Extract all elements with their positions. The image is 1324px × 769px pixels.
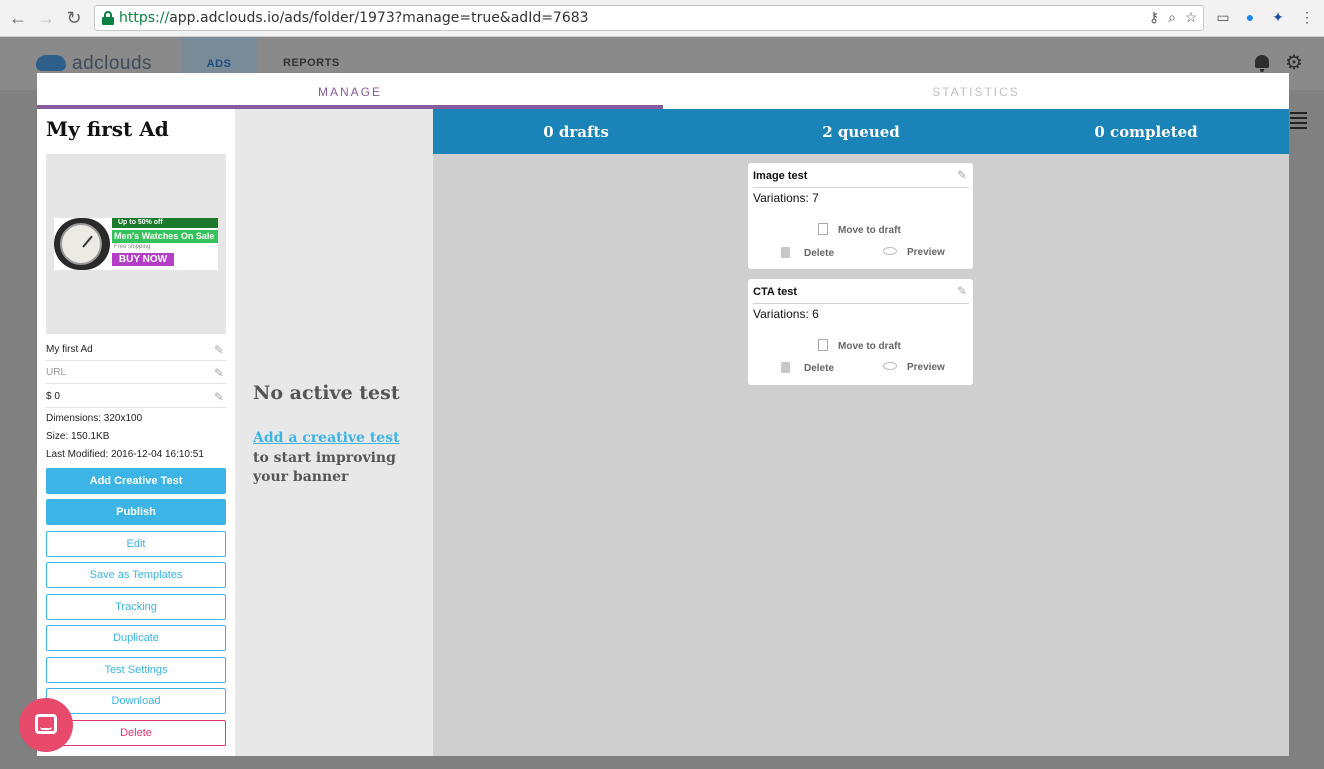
- edit-button[interactable]: Edit: [46, 531, 226, 557]
- tab-reports[interactable]: REPORTS: [283, 57, 340, 69]
- app-logo[interactable]: adclouds: [36, 53, 152, 75]
- browser-toolbar: ← → ↻ https://app.adclouds.io/ads/folder…: [0, 0, 1324, 37]
- banner-subtext: Free shipping: [114, 244, 151, 250]
- url-placeholder: URL: [46, 367, 67, 378]
- menu-dots-icon[interactable]: ⋮: [1298, 8, 1316, 26]
- ad-size: Size: 150.1KB: [46, 431, 110, 442]
- pencil-icon[interactable]: ✎: [957, 284, 967, 298]
- budget-value: $ 0: [46, 391, 60, 402]
- pencil-icon[interactable]: ✎: [214, 390, 224, 404]
- chat-launcher[interactable]: [19, 698, 73, 752]
- extension-icon[interactable]: ✦: [1269, 8, 1287, 26]
- ad-preview: Up to 50% off Men's Watches On Sale Free…: [46, 154, 226, 334]
- test-settings-button[interactable]: Test Settings: [46, 657, 226, 683]
- manage-modal: MANAGE STATISTICS My first Ad Up to 50% …: [37, 73, 1289, 756]
- lock-icon: [102, 11, 114, 25]
- star-icon[interactable]: ☆: [1182, 9, 1200, 26]
- ad-details-panel: My first Ad Up to 50% off Men's Watches …: [37, 109, 235, 756]
- completed-count[interactable]: 0 completed: [1046, 123, 1246, 141]
- trash-icon: [781, 362, 790, 373]
- publish-button[interactable]: Publish: [46, 499, 226, 525]
- reload-icon[interactable]: ↻: [63, 7, 85, 29]
- ad-dimensions: Dimensions: 320x100: [46, 413, 143, 424]
- delete-test-button[interactable]: Delete: [781, 362, 834, 374]
- chat-icon-smile: [40, 727, 52, 730]
- trash-icon: [781, 247, 790, 258]
- url-text: https://app.adclouds.io/ads/folder/1973?…: [119, 10, 589, 26]
- card-divider: [753, 303, 969, 304]
- test-title: CTA test: [753, 286, 797, 298]
- banner-headline: Men's Watches On Sale: [112, 230, 218, 243]
- document-icon: [818, 339, 828, 351]
- hamburger-icon: [1290, 112, 1307, 132]
- document-icon: [818, 223, 828, 235]
- save-as-templates-button[interactable]: Save as Templates: [46, 562, 226, 588]
- preview-test-button[interactable]: Preview: [883, 362, 945, 373]
- test-title: Image test: [753, 170, 808, 182]
- url-field[interactable]: URL ✎: [46, 362, 226, 384]
- tests-board: 0 drafts 2 queued 0 completed Image test…: [433, 109, 1289, 756]
- move-to-draft-button[interactable]: Move to draft: [818, 339, 901, 352]
- watch-image: [54, 218, 110, 270]
- banner-image: Up to 50% off Men's Watches On Sale Free…: [54, 218, 218, 270]
- cast-icon[interactable]: ▭: [1214, 8, 1232, 26]
- drafts-count[interactable]: 0 drafts: [476, 123, 676, 141]
- card-divider: [753, 187, 969, 188]
- eye-icon: [883, 247, 897, 255]
- eye-icon: [883, 362, 897, 370]
- bell-icon[interactable]: [1254, 55, 1270, 73]
- delete-test-button[interactable]: Delete: [781, 247, 834, 259]
- pencil-icon[interactable]: ✎: [214, 343, 224, 357]
- forward-icon[interactable]: →: [35, 7, 57, 29]
- key-icon[interactable]: ⚷: [1145, 9, 1163, 26]
- add-creative-test-link[interactable]: Add a creative test: [253, 430, 400, 446]
- ad-last-modified: Last Modified: 2016-12-04 16:10:51: [46, 449, 204, 460]
- banner-badge: Up to 50% off: [112, 218, 218, 228]
- pencil-icon[interactable]: ✎: [957, 168, 967, 182]
- budget-field[interactable]: $ 0 ✎: [46, 386, 226, 408]
- ad-title: My first Ad: [46, 117, 169, 141]
- queued-count[interactable]: 2 queued: [761, 123, 961, 141]
- ad-name-value: My first Ad: [46, 344, 93, 355]
- add-creative-test-button[interactable]: Add Creative Test: [46, 468, 226, 494]
- banner-cta: BUY NOW: [112, 253, 174, 266]
- test-variations: Variations: 6: [753, 307, 819, 321]
- modal-tabs: MANAGE STATISTICS: [37, 73, 1289, 109]
- status-bar: 0 drafts 2 queued 0 completed: [433, 109, 1289, 154]
- gear-icon[interactable]: ⚙: [1285, 53, 1303, 73]
- move-to-draft-button[interactable]: Move to draft: [818, 223, 901, 236]
- delete-button[interactable]: Delete: [46, 720, 226, 746]
- back-icon[interactable]: ←: [7, 7, 29, 29]
- tab-manage[interactable]: MANAGE: [37, 73, 663, 109]
- no-active-test-heading: No active test: [253, 382, 400, 404]
- duplicate-button[interactable]: Duplicate: [46, 625, 226, 651]
- address-bar[interactable]: https://app.adclouds.io/ads/folder/1973?…: [94, 5, 1204, 31]
- zoom-icon[interactable]: ⌕: [1163, 9, 1181, 26]
- preview-test-button[interactable]: Preview: [883, 247, 945, 258]
- ad-name-field[interactable]: My first Ad ✎: [46, 339, 226, 361]
- download-button[interactable]: Download: [46, 688, 226, 714]
- test-variations: Variations: 7: [753, 191, 819, 205]
- test-card[interactable]: CTA test ✎ Variations: 6 Move to draft D…: [748, 279, 973, 385]
- tab-statistics[interactable]: STATISTICS: [663, 73, 1289, 109]
- active-test-panel: No active test Add a creative test to st…: [235, 109, 433, 756]
- extension-icon[interactable]: ●: [1241, 8, 1259, 26]
- tracking-button[interactable]: Tracking: [46, 594, 226, 620]
- pencil-icon[interactable]: ✎: [214, 366, 224, 380]
- test-card[interactable]: Image test ✎ Variations: 7 Move to draft…: [748, 163, 973, 269]
- add-test-description: to start improving your banner: [253, 450, 396, 485]
- chat-icon: [35, 714, 57, 734]
